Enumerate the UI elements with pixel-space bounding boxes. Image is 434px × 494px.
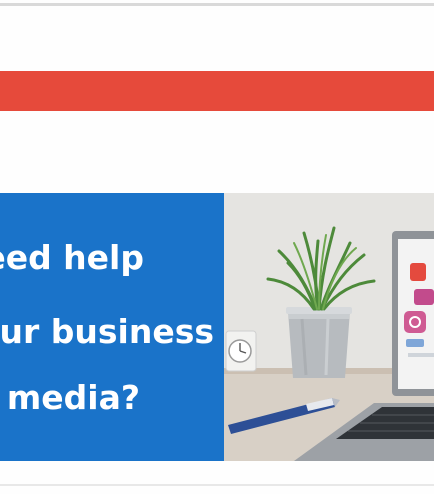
banner-text-panel: eed help ur business media? (0, 193, 224, 461)
red-accent-bar (0, 71, 434, 111)
top-divider (0, 3, 434, 6)
banner-headline-line-2: ur business (0, 312, 214, 351)
plant-pot-icon (286, 307, 352, 378)
banner-headline-line-3: media? (6, 378, 140, 417)
laptop-and-plant-photo (224, 193, 434, 461)
promo-banner[interactable]: eed help ur business media? (0, 193, 434, 461)
bottom-divider (0, 484, 434, 486)
page: eed help ur business media? (0, 0, 434, 494)
desk-clock-icon (225, 330, 257, 372)
banner-headline-line-1: eed help (0, 238, 144, 277)
